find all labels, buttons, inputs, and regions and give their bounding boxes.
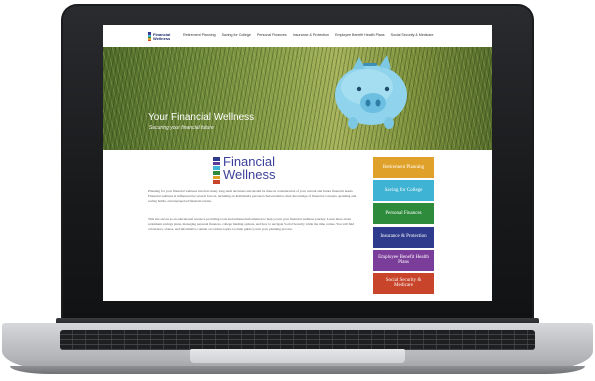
hero-title: Your Financial Wellness	[148, 112, 255, 123]
trackpad	[190, 349, 405, 363]
resource-paragraph: This site serves as an educational resou…	[148, 217, 355, 231]
hero-banner: Your Financial Wellness Securing your fi…	[103, 47, 492, 150]
financial-wellness-logo: Financial Wellness	[213, 155, 295, 187]
topic-buttons: Retirement Planning Saving for College P…	[373, 157, 434, 296]
social-security-medicare-button[interactable]: Social Security & Medicare	[373, 272, 434, 294]
nav-logo-text: Financial Wellness	[153, 32, 171, 41]
retirement-planning-button[interactable]: Retirement Planning	[373, 157, 434, 178]
nav-item-saving-for-college[interactable]: Saving for College	[222, 33, 251, 37]
laptop-base-edge	[10, 366, 585, 374]
nav-item-retirement-planning[interactable]: Retirement Planning	[183, 33, 216, 37]
top-nav: Financial Wellness Retirement Planning S…	[103, 25, 492, 46]
nav-logo-line2: Wellness	[153, 35, 171, 41]
grass-background	[103, 47, 492, 150]
nav-logo[interactable]: Financial Wellness	[148, 31, 178, 42]
nav-item-social-security-medicare[interactable]: Social Security & Medicare	[391, 33, 434, 37]
logo-stripes-icon	[213, 157, 220, 185]
personal-finances-button[interactable]: Personal Finances	[373, 203, 434, 225]
nav-menu: Retirement Planning Saving for College P…	[183, 33, 434, 37]
logo-line2: Wellness	[223, 167, 276, 182]
laptop-device: Financial Wellness Retirement Planning S…	[0, 0, 595, 381]
nav-item-personal-finances[interactable]: Personal Finances	[257, 33, 287, 37]
hero-subtitle: Securing your financial future	[149, 125, 214, 131]
logo-bars-icon	[148, 32, 151, 41]
logo-text: Financial Wellness	[223, 155, 276, 181]
nav-item-employee-benefit-health-plans[interactable]: Employee Benefit Health Plans	[335, 33, 385, 37]
insurance-protection-button[interactable]: Insurance & Protection	[373, 226, 434, 248]
intro-paragraph: Planning for your financial wellness inv…	[148, 189, 357, 203]
saving-for-college-button[interactable]: Saving for College	[373, 180, 434, 202]
nav-item-insurance-protection[interactable]: Insurance & Protection	[293, 33, 329, 37]
laptop-screen: Financial Wellness Retirement Planning S…	[103, 25, 492, 301]
employee-benefit-health-plans-button[interactable]: Employee Benefit Health Plans	[373, 249, 434, 271]
keyboard-rows	[60, 330, 535, 350]
piggy-bank-icon	[335, 55, 407, 129]
